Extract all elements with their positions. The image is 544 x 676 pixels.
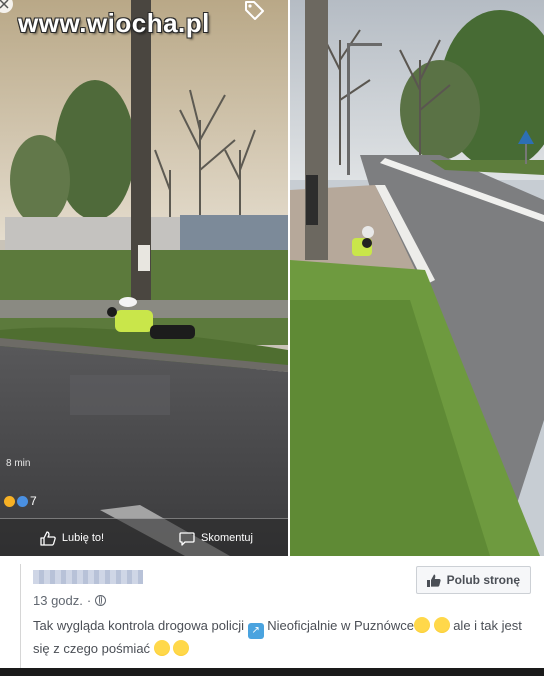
time-overlay-text: 8 min (6, 458, 31, 469)
right-photo-scene (290, 0, 544, 556)
thumbs-up-icon (426, 574, 441, 587)
comment-button[interactable]: Skomentuj (144, 531, 288, 546)
emoji-icon: ↗ (247, 623, 264, 639)
like-page-label: Polub stronę (446, 573, 520, 587)
site-watermark: www.wiocha.pl (18, 8, 210, 38)
tag-icon (245, 1, 264, 20)
left-photo: www.wiocha.pl 8 min 7 Lubię to! Skomentu… (0, 0, 288, 556)
photo-collage: www.wiocha.pl 8 min 7 Lubię to! Skomentu… (0, 0, 544, 556)
post-time-overlay: 8 min (6, 458, 30, 469)
post-area: 13 godz. · Polub stronę Tak wygląda kont… (0, 556, 544, 668)
like-button[interactable]: Lubię to! (0, 530, 144, 546)
bottom-strip (0, 668, 544, 676)
haha-reaction-icon (4, 495, 15, 507)
post-text: Tak wygląda kontrola drogowa policji ↗ N… (33, 616, 533, 659)
post-text-part2: Nieoficjalnie w Puznówce (267, 618, 414, 633)
laughing-emoji-icon (413, 617, 430, 633)
close-icon (0, 0, 13, 13)
right-photo (290, 0, 544, 556)
like-page-button[interactable]: Polub stronę (415, 566, 531, 594)
thumbs-up-icon (40, 530, 56, 546)
grinning-emoji-icon (173, 640, 190, 656)
like-label: Lubię to! (61, 532, 105, 544)
grinning-emoji-icon (153, 640, 170, 656)
post-text-part1: Tak wygląda kontrola drogowa policji (33, 618, 245, 633)
like-reaction-icon (17, 495, 28, 507)
post-time-label: 13 godz. (33, 593, 83, 608)
left-photo-scene (0, 0, 288, 556)
globe-icon (95, 595, 107, 606)
reaction-summary[interactable]: 7 (4, 494, 37, 508)
comment-icon (179, 531, 195, 546)
laughing-emoji-icon (433, 617, 450, 633)
reaction-count: 7 (30, 494, 37, 508)
post-card: 13 godz. · Polub stronę Tak wygląda kont… (20, 564, 537, 668)
author-name-blurred[interactable] (33, 570, 143, 584)
comment-label: Skomentuj (201, 532, 253, 544)
action-bar: Lubię to! Skomentuj (0, 518, 288, 556)
post-timestamp[interactable]: 13 godz. · (33, 593, 107, 608)
